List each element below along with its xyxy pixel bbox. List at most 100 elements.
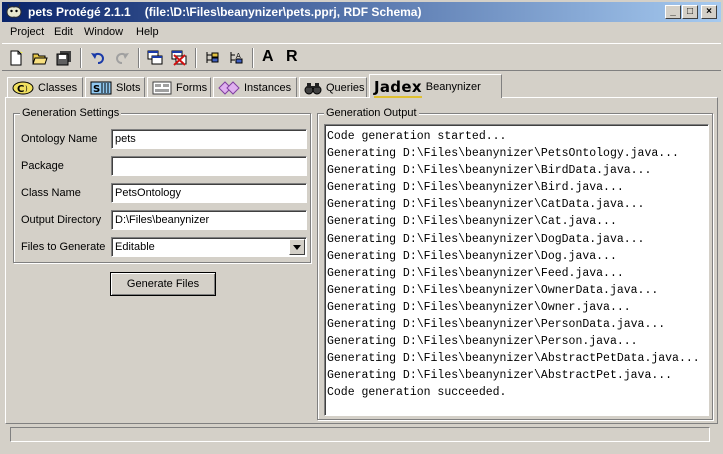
tab-beanynizer[interactable]: Jadex Beanynizer [369,74,502,98]
window-title: pets Protégé 2.1.1 (file:\D:\Files\beanyn… [28,5,421,19]
tab-instances-label: Instances [244,81,292,94]
chevron-down-icon [293,241,301,253]
queries-icon [304,81,322,95]
toolbar-r-button[interactable]: R [286,48,298,66]
tab-beanynizer-label: Beanynizer [425,80,481,93]
output-line: Generating D:\Files\beanynizer\Person.ja… [327,335,638,349]
ontology-name-label: Ontology Name [21,133,98,145]
output-line: Generating D:\Files\beanynizer\BirdData.… [327,164,652,178]
toolbar-separator [252,48,254,68]
toolbar-separator [195,48,197,68]
app-name: pets [28,5,53,19]
output-line: Generating D:\Files\beanynizer\AbstractP… [327,369,673,383]
protege-window: pets Protégé 2.1.1 (file:\D:\Files\beanyn… [0,0,723,454]
svg-text:S: S [93,84,100,95]
output-line: Generating D:\Files\beanynizer\Owner.jav… [327,300,631,314]
sort-hierarchy-icon: A [228,50,244,66]
protege-app-icon [5,3,23,20]
open-folder-icon [32,50,48,66]
output-line: Generating D:\Files\beanynizer\AbstractP… [327,352,700,366]
tab-slots-label: Slots [116,81,141,94]
output-line: Generating D:\Files\beanynizer\Feed.java… [327,266,624,280]
save-disk-icon [56,50,72,66]
tab-classes-label: Classes [38,81,78,94]
sort-hierarchy-button[interactable]: A [226,48,246,68]
tab-instances[interactable]: Instances [213,77,297,97]
files-to-generate-select[interactable]: Editable [111,237,307,257]
tab-queries[interactable]: Queries [299,77,367,97]
jadex-logo-text: Jadex [374,77,422,96]
generate-files-button[interactable]: Generate Files [110,272,216,296]
document-path: (file:\D:\Files\beanynizer\pets.pprj, RD… [144,5,422,19]
tab-bar: C) Classes S Slots Forms Instances Queri… [5,74,718,98]
files-to-generate-label: Files to Generate [21,241,106,253]
hierarchy-icon [204,50,220,66]
package-label: Package [21,160,64,172]
output-line: Generating D:\Files\beanynizer\PetsOntol… [327,147,679,161]
status-bar [10,427,710,442]
tab-forms-label: Forms [176,81,208,94]
close-windows-icon [171,50,187,66]
close-windows-button[interactable] [169,48,189,68]
jadex-logo: Jadex [374,77,422,98]
output-directory-input[interactable] [111,210,307,230]
slots-icon: S [90,81,112,95]
new-project-button[interactable] [6,48,26,68]
output-line: Generating D:\Files\beanynizer\Cat.java.… [327,215,617,229]
output-line: Generating D:\Files\beanynizer\Bird.java… [327,181,624,195]
forms-icon [152,81,172,95]
generation-output-group: Generation Output Code generation starte… [317,107,713,420]
app-version: Protégé 2.1.1 [56,5,131,19]
class-name-label: Class Name [21,187,81,199]
menu-bar: Project Edit Window Help [2,23,721,42]
generation-output-title: Generation Output [324,107,419,119]
files-to-generate-value: Editable [115,241,155,253]
menu-project[interactable]: Project [10,26,44,38]
tab-classes[interactable]: C) Classes [7,77,83,97]
toolbar-a-button[interactable]: A [262,48,274,66]
output-line: Code generation succeeded. [327,386,507,400]
open-project-button[interactable] [30,48,50,68]
new-file-icon [8,50,24,66]
menu-window[interactable]: Window [84,26,123,38]
classes-icon: C) [12,81,34,95]
output-line: Generating D:\Files\beanynizer\DogData.j… [327,232,645,246]
cascade-windows-button[interactable] [145,48,165,68]
redo-button[interactable] [112,48,132,68]
output-line: Code generation started... [327,130,507,143]
tab-slots[interactable]: S Slots [85,77,145,97]
jadex-underline [374,95,422,98]
output-line: Generating D:\Files\beanynizer\CatData.j… [327,198,645,212]
undo-button[interactable] [88,48,108,68]
generation-settings-title: Generation Settings [20,107,122,119]
redo-icon [114,50,130,66]
toolbar-separator [138,48,140,68]
tab-queries-label: Queries [326,81,365,94]
output-line: Generating D:\Files\beanynizer\Dog.java.… [327,249,617,263]
package-input[interactable] [111,156,307,176]
generation-settings-group: Generation Settings Ontology Name Packag… [13,107,311,263]
beanynizer-panel: Generation Settings Ontology Name Packag… [5,97,718,424]
maximize-button[interactable]: □ [682,5,698,19]
close-button[interactable]: × [701,5,717,19]
output-directory-label: Output Directory [21,214,102,226]
minimize-button[interactable]: _ [665,5,681,19]
save-project-button[interactable] [54,48,74,68]
generation-output-text[interactable]: Code generation started... Generating D:… [324,124,709,416]
insert-hierarchy-button[interactable] [202,48,222,68]
class-name-input[interactable] [111,183,307,203]
dropdown-arrow-button[interactable] [289,239,305,255]
tab-forms[interactable]: Forms [147,77,211,97]
title-bar[interactable]: pets Protégé 2.1.1 (file:\D:\Files\beanyn… [2,2,721,22]
ontology-name-input[interactable] [111,129,307,149]
undo-icon [90,50,106,66]
toolbar: A A R [2,43,721,71]
menu-edit[interactable]: Edit [54,26,73,38]
svg-text:): ) [25,85,28,93]
menu-help[interactable]: Help [136,26,159,38]
windows-icon [147,50,163,66]
svg-text:C: C [17,84,24,95]
instances-icon [218,80,240,95]
output-line: Generating D:\Files\beanynizer\OwnerData… [327,283,659,297]
output-line: Generating D:\Files\beanynizer\PersonDat… [327,318,666,332]
